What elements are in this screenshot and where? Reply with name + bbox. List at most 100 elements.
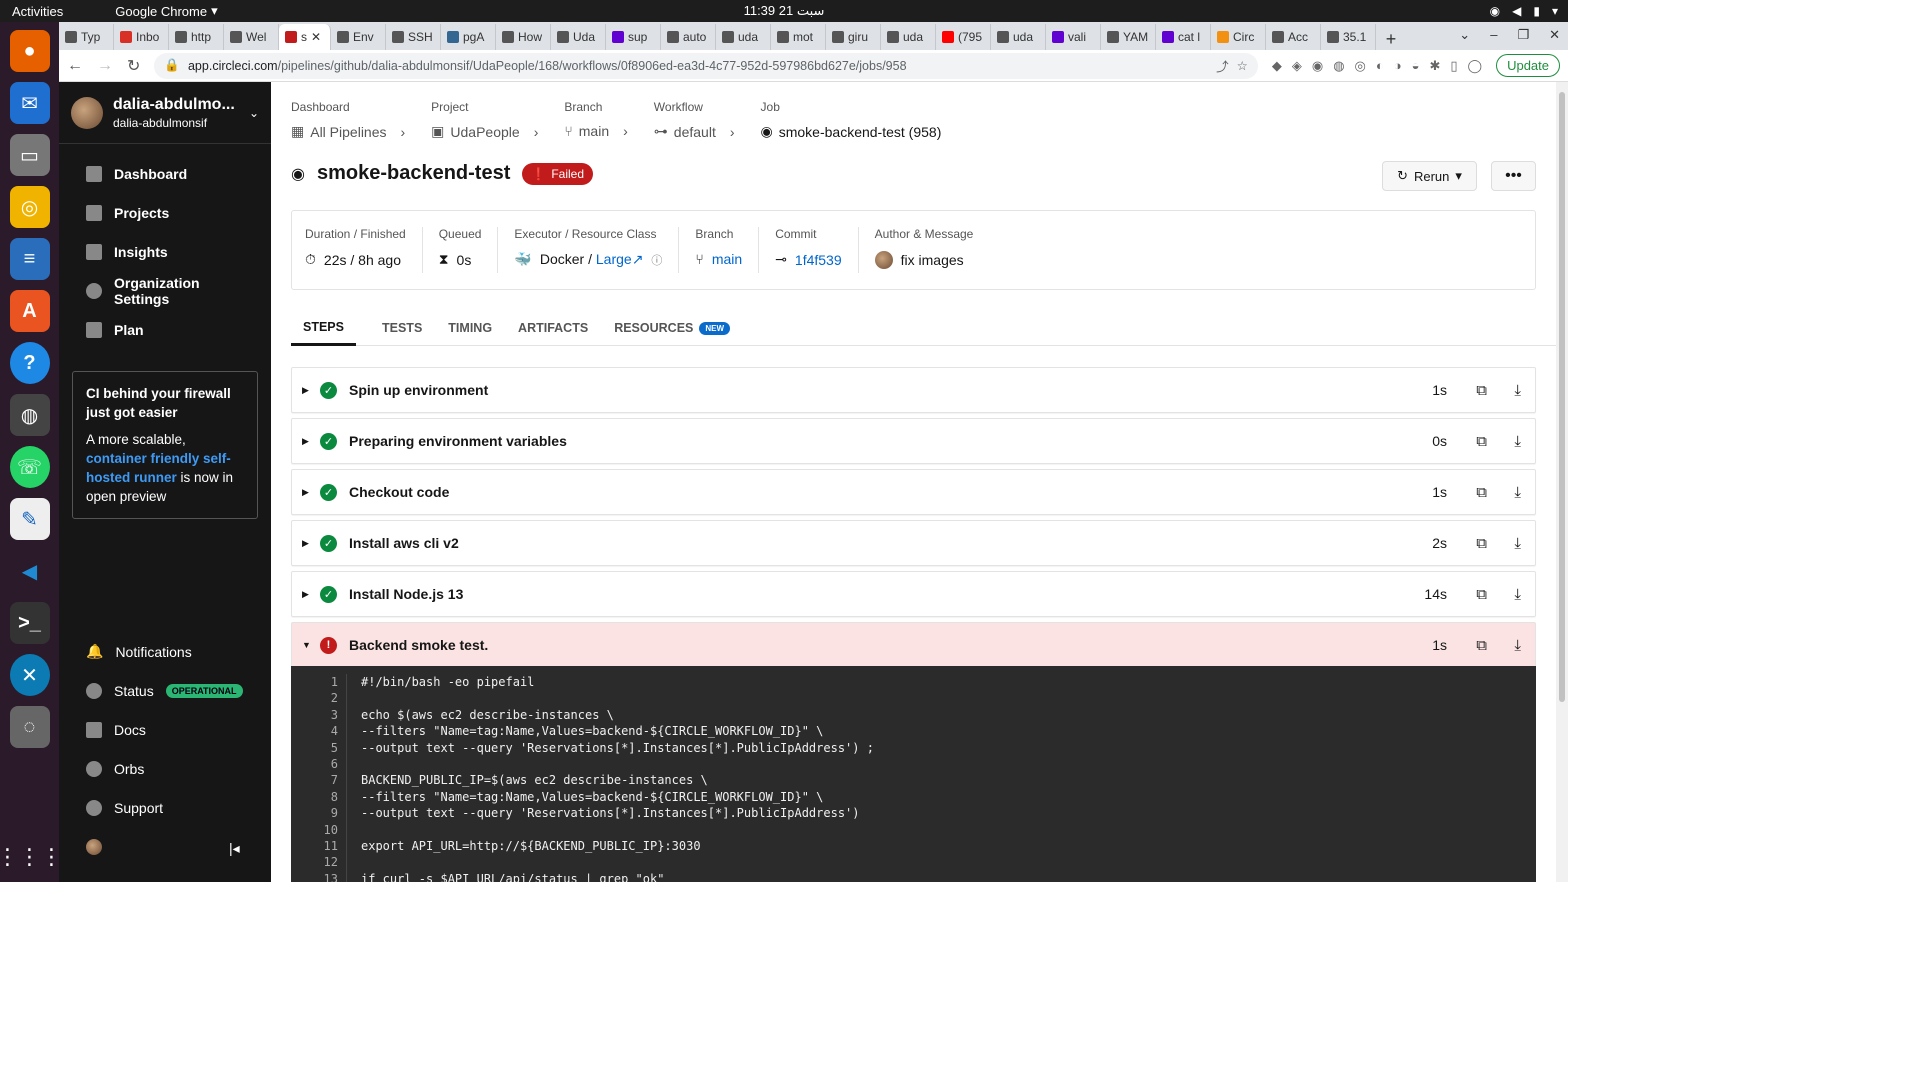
extension-icon[interactable]: ◍	[1333, 58, 1344, 74]
open-external-icon[interactable]: ⧉	[1476, 535, 1487, 552]
step-row[interactable]: ▶ ✓ Spin up environment 1s ⧉ ⤓	[291, 367, 1536, 413]
text-editor-icon[interactable]: ✎	[9, 498, 50, 540]
new-tab-button[interactable]: +	[1376, 29, 1406, 50]
browser-tab[interactable]: sup	[606, 24, 661, 50]
tab-tests[interactable]: TESTS	[382, 310, 422, 346]
step-row-failed[interactable]: ▼ ! Backend smoke test. 1s ⧉ ⤓	[291, 622, 1536, 668]
browser-tab[interactable]: Inbo	[114, 24, 169, 50]
browser-tab[interactable]: Uda	[551, 24, 606, 50]
vscode-icon[interactable]: ◀	[10, 550, 50, 592]
show-applications-icon[interactable]: ⋮⋮⋮	[0, 844, 63, 870]
download-icon[interactable]: ⤓	[1514, 586, 1521, 603]
open-external-icon[interactable]: ⧉	[1476, 433, 1487, 450]
browser-tab-active[interactable]: s ✕	[279, 24, 331, 50]
open-external-icon[interactable]: ⧉	[1476, 484, 1487, 501]
browser-tab[interactable]: vali	[1046, 24, 1101, 50]
system-tray[interactable]: ◉ ◀ ▮ ▾	[1490, 4, 1558, 18]
download-icon[interactable]: ⤓	[1514, 433, 1521, 450]
browser-tab[interactable]: SSH	[386, 24, 441, 50]
browser-tab[interactable]: Env	[331, 24, 386, 50]
breadcrumb-workflow[interactable]: Workflow ⊶ default ›	[654, 100, 735, 140]
maximize-icon[interactable]: ❐	[1517, 27, 1529, 43]
tab-timing[interactable]: TIMING	[448, 310, 492, 346]
sidebar-item-plan[interactable]: Plan	[59, 310, 271, 349]
page-scrollbar[interactable]	[1556, 82, 1568, 882]
browser-tab[interactable]: uda	[881, 24, 936, 50]
tab-search-icon[interactable]: ⌄	[1459, 27, 1470, 43]
puzzle-icon[interactable]: ✱	[1429, 58, 1440, 74]
thunderbird-icon[interactable]: ✉	[9, 82, 50, 124]
whatsapp-icon[interactable]: ☏	[9, 446, 50, 488]
download-icon[interactable]: ⤓	[1514, 382, 1521, 399]
update-button[interactable]: Update	[1496, 54, 1560, 77]
sidebar-item-insights[interactable]: Insights	[59, 232, 271, 271]
sidebar-item-orbs[interactable]: Orbs	[59, 749, 271, 788]
extension-icon[interactable]: ◑	[1394, 58, 1402, 74]
remote-desktop-icon[interactable]: ✕	[9, 654, 50, 696]
terminal-icon[interactable]: >_	[9, 602, 50, 644]
step-output-code[interactable]: 1 #!/bin/bash -eo pipefail 2 3 echo $(aws ec…	[291, 666, 1536, 882]
browser-tab[interactable]: cat l	[1156, 24, 1211, 50]
sidebar-item-org-settings[interactable]: Organization Settings	[59, 271, 271, 310]
rhythmbox-icon[interactable]: ◎	[9, 186, 50, 228]
close-window-icon[interactable]: ✕	[1549, 27, 1560, 43]
step-row[interactable]: ▶ ✓ Checkout code 1s ⧉ ⤓	[291, 469, 1536, 515]
profile-icon[interactable]: ◯	[1468, 58, 1483, 74]
clock[interactable]: 11:39 21 سبت	[744, 3, 825, 19]
browser-tab[interactable]: pgA	[441, 24, 496, 50]
software-icon[interactable]: A	[9, 290, 50, 332]
org-switcher[interactable]: dalia-abdulmo... dalia-abdulmonsif ⌄	[59, 82, 271, 144]
browser-tab[interactable]: YAM	[1101, 24, 1156, 50]
extension-icon[interactable]: ◎	[1355, 58, 1366, 74]
browser-tab[interactable]: mot	[771, 24, 826, 50]
sidebar-item-notifications[interactable]: 🔔 Notifications	[59, 632, 271, 671]
browser-tab[interactable]: How	[496, 24, 551, 50]
browser-tab[interactable]: Typ	[59, 24, 114, 50]
browser-tab[interactable]: (795	[936, 24, 991, 50]
browser-tab[interactable]: uda	[991, 24, 1046, 50]
address-bar[interactable]: 🔒 app.circleci.com/pipelines/github/dali…	[154, 52, 1258, 79]
branch-link[interactable]: main	[712, 251, 742, 267]
tab-resources[interactable]: RESOURCES NEW	[614, 310, 731, 346]
info-circle-icon[interactable]: ⓘ	[651, 252, 662, 268]
browser-tab[interactable]: auto	[661, 24, 716, 50]
firefox-icon[interactable]: ●	[9, 30, 50, 72]
browser-tab[interactable]: uda	[716, 24, 771, 50]
sidebar-item-docs[interactable]: Docs	[59, 710, 271, 749]
minimize-icon[interactable]: –	[1490, 27, 1497, 43]
step-row[interactable]: ▶ ✓ Install Node.js 13 14s ⧉ ⤓	[291, 571, 1536, 617]
reload-icon[interactable]: ↻	[127, 56, 140, 76]
activities-button[interactable]: Activities	[0, 4, 75, 19]
open-external-icon[interactable]: ⧉	[1476, 382, 1487, 399]
back-arrow-icon[interactable]: ←	[67, 57, 83, 75]
more-options-button[interactable]: •••	[1491, 161, 1536, 191]
breadcrumb-branch[interactable]: Branch ⑂ main ›	[564, 100, 627, 140]
tab-steps[interactable]: STEPS	[291, 310, 356, 346]
browser-tab[interactable]: giru	[826, 24, 881, 50]
extension-icon[interactable]: ◈	[1292, 58, 1302, 74]
collapse-sidebar-icon[interactable]: |◂	[229, 840, 240, 857]
open-external-icon[interactable]: ⧉	[1476, 637, 1487, 654]
commit-link[interactable]: 1f4f539	[795, 252, 842, 268]
breadcrumb-job[interactable]: Job ◉ smoke-backend-test (958)	[761, 100, 942, 140]
open-external-icon[interactable]: ⧉	[1476, 586, 1487, 603]
sidebar-item-dashboard[interactable]: Dashboard	[59, 154, 271, 193]
extension-icon[interactable]: ◐	[1376, 58, 1384, 74]
app-menu[interactable]: Google Chrome ▾	[115, 3, 217, 19]
browser-tab[interactable]: Circ	[1211, 24, 1266, 50]
help-icon[interactable]: ?	[9, 342, 50, 384]
bookmark-star-icon[interactable]: ☆	[1237, 58, 1248, 73]
forward-arrow-icon[interactable]: →	[97, 57, 113, 75]
sidebar-item-support[interactable]: Support	[59, 788, 271, 827]
extension-icon[interactable]: ◉	[1312, 58, 1323, 74]
close-tab-icon[interactable]: ✕	[311, 30, 321, 44]
scrollbar-thumb[interactable]	[1559, 92, 1565, 702]
side-panel-icon[interactable]: ▯	[1450, 58, 1457, 74]
breadcrumb-project[interactable]: Project ▣ UdaPeople ›	[431, 100, 538, 140]
download-icon[interactable]: ⤓	[1514, 535, 1521, 552]
files-icon[interactable]: ▭	[9, 134, 50, 176]
disk-icon[interactable]: ◌	[9, 706, 50, 748]
browser-tab[interactable]: http	[169, 24, 224, 50]
rerun-button[interactable]: ↻ Rerun ▾	[1382, 161, 1477, 191]
sidebar-item-projects[interactable]: Projects	[59, 193, 271, 232]
